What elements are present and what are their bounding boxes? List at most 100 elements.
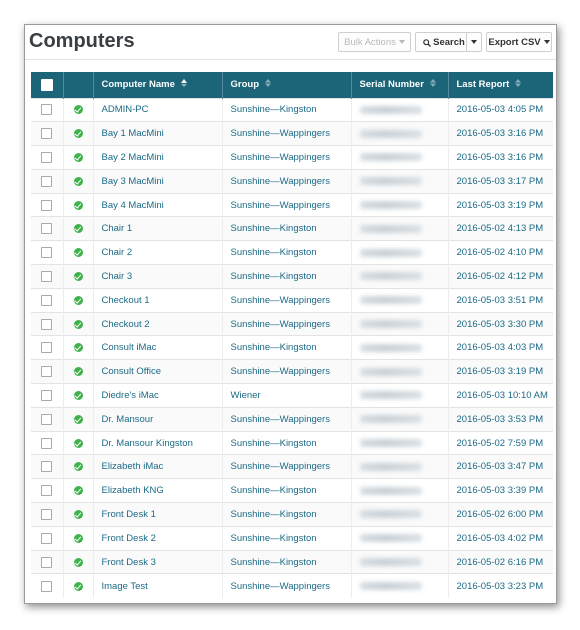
group-cell[interactable]: Wiener xyxy=(222,383,352,408)
row-checkbox[interactable] xyxy=(41,437,53,449)
group-cell[interactable]: Sunshine—Kingston xyxy=(222,478,352,503)
computer-name-cell[interactable]: Dr. Mansour xyxy=(93,406,223,432)
table-row[interactable]: Front Desk 3 Sunshine—Kingston 2016-05-02 … xyxy=(31,549,553,574)
table-row[interactable]: Chair 1 Sunshine—Kingston 2016-05-02 4:13 … xyxy=(31,216,553,241)
computer-name-cell[interactable]: Front Desk 1 xyxy=(93,502,223,527)
row-checkbox[interactable] xyxy=(41,508,53,520)
group-cell[interactable]: Sunshine—Kingston xyxy=(222,240,352,265)
computer-name-cell[interactable]: Diedre's iMac xyxy=(93,383,223,408)
row-checkbox[interactable] xyxy=(41,294,53,306)
computer-name-cell[interactable]: Front Desk 3 xyxy=(93,549,223,574)
group-cell[interactable]: Sunshine—Wappingers xyxy=(222,406,352,432)
column-header-group[interactable]: Group xyxy=(222,72,352,98)
computer-name-cell[interactable]: Bay 2 MacMini xyxy=(93,145,223,170)
group-cell[interactable]: Sunshine—Kingston xyxy=(222,549,352,574)
select-all-checkbox[interactable] xyxy=(40,78,53,91)
group-link[interactable]: Sunshine—Wappingers xyxy=(231,152,330,163)
computer-name-link[interactable]: Elizabeth iMac xyxy=(102,461,164,472)
group-cell[interactable]: Sunshine—Wappingers xyxy=(222,168,352,194)
group-link[interactable]: Sunshine—Kingston xyxy=(231,104,317,115)
row-checkbox[interactable] xyxy=(41,580,53,592)
computer-name-cell[interactable]: Checkout 1 xyxy=(93,287,223,313)
group-cell[interactable]: Sunshine—Kingston xyxy=(222,216,352,241)
computer-name-cell[interactable]: Dr. Mansour Kingston xyxy=(93,430,223,455)
group-cell[interactable]: Sunshine—Kingston xyxy=(222,430,352,455)
computer-name-cell[interactable]: Front Desk 2 xyxy=(93,525,223,551)
table-row[interactable]: Front Desk 1 Sunshine—Kingston 2016-05-02 … xyxy=(31,502,553,527)
group-cell[interactable]: Sunshine—Wappingers xyxy=(222,359,352,384)
group-cell[interactable]: Sunshine—Wappingers xyxy=(222,192,352,217)
computer-name-link[interactable]: ADMIN-PC xyxy=(102,104,149,115)
row-checkbox[interactable] xyxy=(41,389,53,401)
computer-name-link[interactable]: Dr. Mansour xyxy=(102,414,154,425)
column-header-last-report[interactable]: Last Report xyxy=(448,72,553,98)
row-checkbox[interactable] xyxy=(41,532,53,544)
table-row[interactable]: Bay 1 MacMini Sunshine—Wappingers 2016-05-… xyxy=(31,121,553,146)
computer-name-link[interactable]: Image Test xyxy=(102,581,148,592)
group-link[interactable]: Sunshine—Wappingers xyxy=(231,366,330,377)
table-row[interactable]: Bay 3 MacMini Sunshine—Wappingers 2016-05-… xyxy=(31,168,553,194)
table-row[interactable]: Dr. Mansour Sunshine—Wappingers 2016-05-03… xyxy=(31,406,553,432)
row-checkbox[interactable] xyxy=(41,175,53,187)
computer-name-link[interactable]: Front Desk 3 xyxy=(102,557,156,568)
group-link[interactable]: Sunshine—Kingston xyxy=(231,485,317,496)
computer-name-link[interactable]: Dr. Mansour Kingston xyxy=(102,438,193,449)
computer-name-link[interactable]: Checkout 1 xyxy=(102,295,150,306)
table-row[interactable]: Consult iMac Sunshine—Kingston 2016-05-03 … xyxy=(31,335,553,360)
table-row[interactable]: Bay 4 MacMini Sunshine—Wappingers 2016-05-… xyxy=(31,192,553,217)
computer-name-link[interactable]: Bay 3 MacMini xyxy=(102,176,164,187)
group-cell[interactable]: Sunshine—Wappingers xyxy=(222,573,352,598)
group-link[interactable]: Sunshine—Wappingers xyxy=(231,581,330,592)
group-link[interactable]: Sunshine—Wappingers xyxy=(231,128,330,139)
table-row[interactable]: Checkout 1 Sunshine—Wappingers 2016-05-03 … xyxy=(31,287,553,313)
group-link[interactable]: Sunshine—Kingston xyxy=(231,271,317,282)
table-row[interactable]: Dr. Mansour Kingston Sunshine—Kingston 201… xyxy=(31,430,553,455)
group-link[interactable]: Wiener xyxy=(231,390,261,401)
row-checkbox[interactable] xyxy=(41,461,53,473)
table-row[interactable]: Consult Office Sunshine—Wappingers 2016-05… xyxy=(31,359,553,384)
group-cell[interactable]: Sunshine—Kingston xyxy=(222,335,352,360)
row-checkbox[interactable] xyxy=(41,413,53,425)
computer-name-cell[interactable]: Chair 1 xyxy=(93,216,223,241)
row-checkbox[interactable] xyxy=(41,104,53,116)
computer-name-cell[interactable]: Consult Office xyxy=(93,359,223,384)
computer-name-link[interactable]: Checkout 2 xyxy=(102,319,150,330)
table-row[interactable]: ADMIN-PC Sunshine—Kingston 2016-05-03 4:05… xyxy=(31,97,553,122)
computer-name-link[interactable]: Consult iMac xyxy=(102,342,157,353)
group-link[interactable]: Sunshine—Wappingers xyxy=(231,176,330,187)
group-link[interactable]: Sunshine—Kingston xyxy=(231,533,317,544)
group-link[interactable]: Sunshine—Wappingers xyxy=(231,414,330,425)
computer-name-link[interactable]: Diedre's iMac xyxy=(102,390,159,401)
table-row[interactable]: Chair 3 Sunshine—Kingston 2016-05-02 4:12 … xyxy=(31,264,553,289)
computer-name-link[interactable]: Elizabeth KNG xyxy=(102,485,164,496)
bulk-actions-button[interactable]: Bulk Actions xyxy=(338,32,411,52)
group-link[interactable]: Sunshine—Wappingers xyxy=(231,319,330,330)
computer-name-link[interactable]: Consult Office xyxy=(102,366,162,377)
row-checkbox[interactable] xyxy=(41,556,53,568)
table-row[interactable]: Elizabeth KNG Sunshine—Kingston 2016-05-03… xyxy=(31,478,553,503)
row-checkbox[interactable] xyxy=(41,342,53,354)
computer-name-cell[interactable]: Bay 3 MacMini xyxy=(93,168,223,194)
export-csv-button[interactable]: Export CSV xyxy=(486,32,552,52)
group-link[interactable]: Sunshine—Kingston xyxy=(231,509,317,520)
column-header-serial[interactable]: Serial Number xyxy=(351,72,449,98)
group-link[interactable]: Sunshine—Kingston xyxy=(231,342,317,353)
computer-name-link[interactable]: Front Desk 1 xyxy=(102,509,156,520)
row-checkbox[interactable] xyxy=(41,151,53,163)
row-checkbox[interactable] xyxy=(41,485,53,497)
group-cell[interactable]: Sunshine—Wappingers xyxy=(222,145,352,170)
computer-name-cell[interactable]: Elizabeth iMac xyxy=(93,454,223,479)
row-checkbox[interactable] xyxy=(41,318,53,330)
computer-name-cell[interactable]: Chair 3 xyxy=(93,264,223,289)
group-link[interactable]: Sunshine—Wappingers xyxy=(231,461,330,472)
computer-name-cell[interactable]: Bay 1 MacMini xyxy=(93,121,223,146)
computer-name-cell[interactable]: Bay 4 MacMini xyxy=(93,192,223,217)
computer-name-link[interactable]: Chair 3 xyxy=(102,271,133,282)
table-row[interactable]: Front Desk 2 Sunshine—Kingston 2016-05-03 … xyxy=(31,525,553,551)
group-cell[interactable]: Sunshine—Wappingers xyxy=(222,121,352,146)
computer-name-cell[interactable]: Elizabeth KNG xyxy=(93,478,223,503)
row-checkbox[interactable] xyxy=(41,199,53,211)
column-header-name[interactable]: Computer Name xyxy=(93,72,223,98)
computer-name-link[interactable]: Chair 2 xyxy=(102,247,133,258)
group-link[interactable]: Sunshine—Wappingers xyxy=(231,200,330,211)
